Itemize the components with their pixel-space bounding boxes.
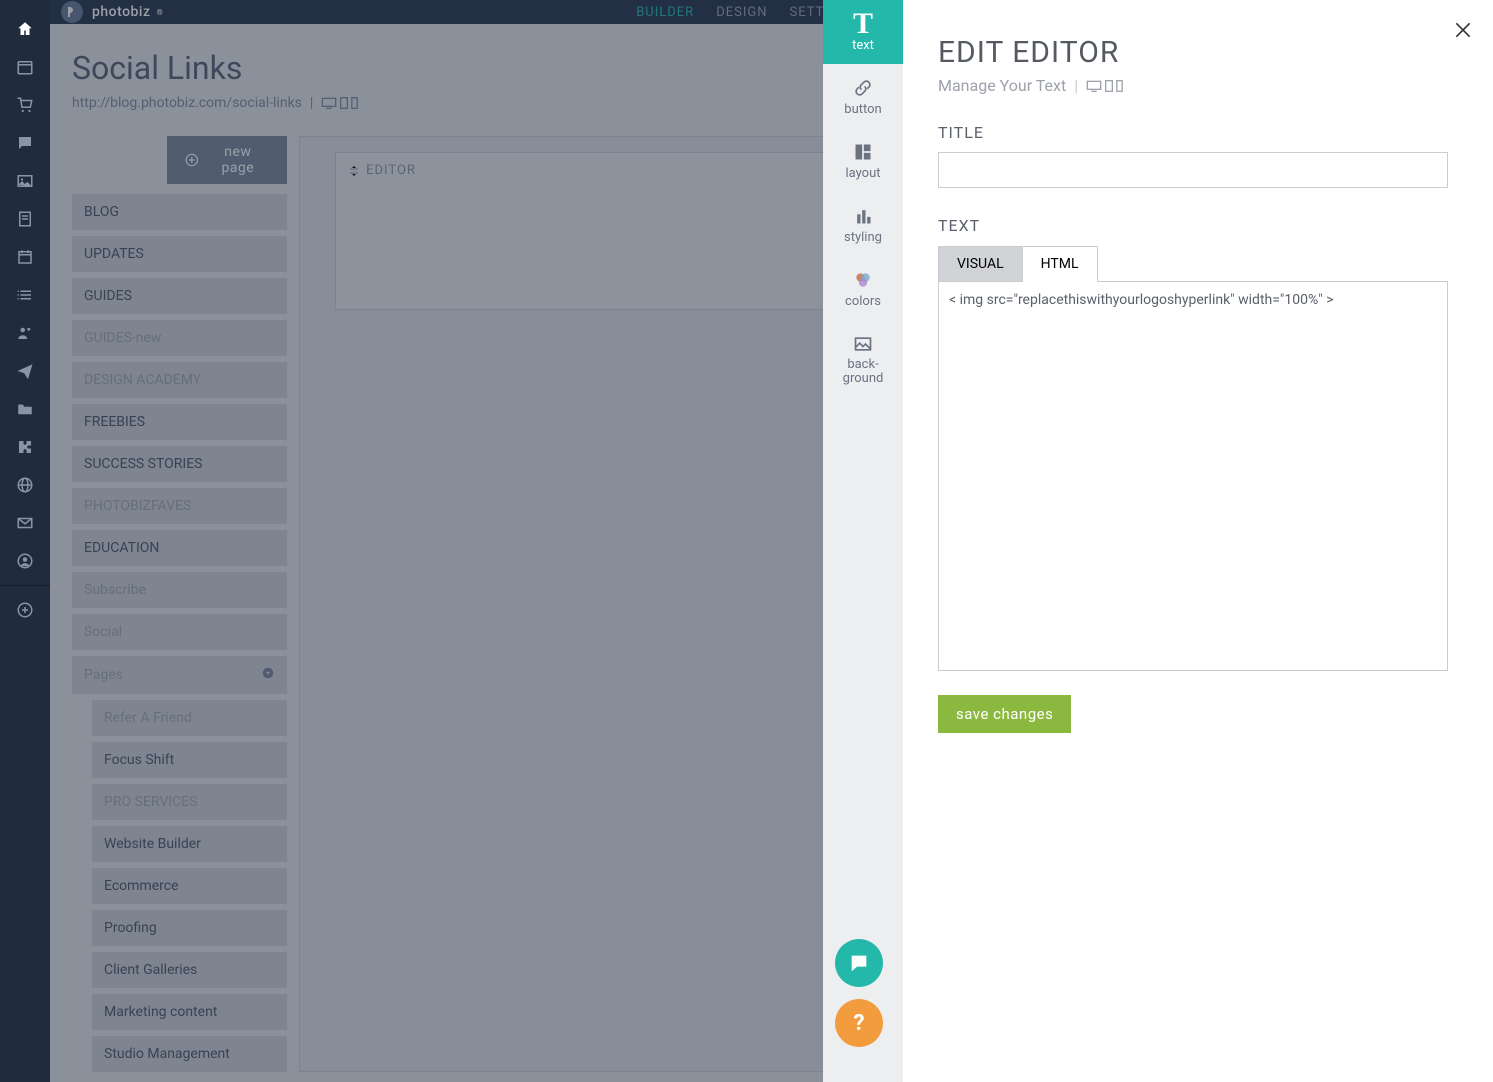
- schedule-icon[interactable]: [0, 238, 50, 276]
- account-icon[interactable]: [0, 542, 50, 580]
- mobile-icon[interactable]: [351, 97, 358, 109]
- text-label: TEXT: [938, 216, 1458, 235]
- page-list-subitem[interactable]: Marketing content: [92, 994, 287, 1030]
- tool-text[interactable]: T text: [823, 0, 903, 64]
- page-list-item[interactable]: GUIDES-new: [72, 320, 287, 356]
- new-page-button[interactable]: new page: [167, 136, 287, 184]
- chevron-down-icon[interactable]: [261, 666, 275, 684]
- chat-icon[interactable]: [0, 124, 50, 162]
- editor-tool-strip: T text button layout styling color: [823, 0, 903, 1082]
- save-changes-button[interactable]: save changes: [938, 695, 1071, 733]
- help-fab[interactable]: ?: [835, 999, 883, 1047]
- tool-styling[interactable]: styling: [823, 192, 903, 256]
- page-list-item[interactable]: FREEBIES: [72, 404, 287, 440]
- page-list-subitem[interactable]: Studio Management: [92, 1036, 287, 1072]
- link-icon: [853, 76, 873, 100]
- question-icon: ?: [854, 1011, 865, 1036]
- form-icon[interactable]: [0, 200, 50, 238]
- panel-subheading: Manage Your Text |: [938, 76, 1458, 95]
- send-icon[interactable]: [0, 352, 50, 390]
- puzzle-icon[interactable]: [0, 428, 50, 466]
- colors-icon: [853, 268, 873, 292]
- page-list-subitem[interactable]: Client Galleries: [92, 952, 287, 988]
- globe-icon[interactable]: [0, 466, 50, 504]
- chat-fab[interactable]: [835, 939, 883, 987]
- page-url: http://blog.photobiz.com/social-links: [72, 95, 302, 111]
- tool-colors[interactable]: colors: [823, 256, 903, 320]
- styling-icon: [853, 204, 873, 228]
- page-list-subitem[interactable]: Focus Shift: [92, 742, 287, 778]
- page-list-item[interactable]: BLOG: [72, 194, 287, 230]
- cart-icon[interactable]: [0, 86, 50, 124]
- page-list-subitem[interactable]: PRO SERVICES: [92, 784, 287, 820]
- tool-background[interactable]: back- ground: [823, 320, 903, 398]
- nav-design[interactable]: DESIGN: [716, 5, 767, 20]
- edit-panel: EDIT EDITOR Manage Your Text | TITLE TEX…: [903, 0, 1493, 1082]
- background-icon: [853, 332, 873, 356]
- home-icon[interactable]: [0, 10, 50, 48]
- nav-builder[interactable]: BUILDER: [636, 5, 694, 20]
- html-textarea[interactable]: [938, 281, 1448, 671]
- drag-handle-icon[interactable]: [348, 165, 360, 177]
- title-label: TITLE: [938, 123, 1458, 142]
- folder-icon[interactable]: [0, 390, 50, 428]
- tab-visual[interactable]: VISUAL: [938, 246, 1023, 282]
- page-list-subitem[interactable]: Ecommerce: [92, 868, 287, 904]
- primary-nav-rail: [0, 0, 50, 1082]
- tablet-icon[interactable]: [1104, 80, 1114, 92]
- users-icon[interactable]: [0, 314, 50, 352]
- calendar-icon[interactable]: [0, 48, 50, 86]
- title-input[interactable]: [938, 152, 1448, 188]
- page-list: BLOG UPDATES GUIDES GUIDES-new DESIGN ACADEM…: [72, 194, 287, 1072]
- plus-circle-icon: [185, 153, 199, 167]
- page-list-item[interactable]: UPDATES: [72, 236, 287, 272]
- photobiz-logo-icon: [60, 0, 84, 24]
- layout-icon: [853, 140, 873, 164]
- desktop-icon[interactable]: [321, 97, 337, 109]
- chat-bubble-icon: [848, 952, 870, 974]
- page-list-item[interactable]: SUCCESS STORIES: [72, 446, 287, 482]
- mobile-icon[interactable]: [1116, 80, 1123, 92]
- brand-name: photobiz: [92, 4, 151, 20]
- page-list-subitem[interactable]: Website Builder: [92, 826, 287, 862]
- tablet-icon[interactable]: [339, 97, 349, 109]
- tool-layout[interactable]: layout: [823, 128, 903, 192]
- tab-html[interactable]: HTML: [1023, 246, 1098, 282]
- image-icon[interactable]: [0, 162, 50, 200]
- device-icons[interactable]: [321, 97, 358, 109]
- page-list-subitem[interactable]: Refer A Friend: [92, 700, 287, 736]
- page-list-item[interactable]: Social: [72, 614, 287, 650]
- desktop-icon[interactable]: [1086, 80, 1102, 92]
- page-list-item[interactable]: GUIDES: [72, 278, 287, 314]
- mail-icon[interactable]: [0, 504, 50, 542]
- text-icon: T: [853, 12, 873, 36]
- close-icon[interactable]: [1448, 15, 1478, 45]
- editor-tabs: VISUAL HTML: [938, 245, 1458, 281]
- page-list-item[interactable]: PHOTOBIZFAVES: [72, 488, 287, 524]
- list-icon[interactable]: [0, 276, 50, 314]
- brand-logo[interactable]: photobiz®: [60, 0, 163, 24]
- page-list-item[interactable]: DESIGN ACADEMY: [72, 362, 287, 398]
- page-list-subitem[interactable]: Proofing: [92, 910, 287, 946]
- page-list-item[interactable]: Pages: [72, 656, 287, 694]
- tool-button[interactable]: button: [823, 64, 903, 128]
- page-list-item[interactable]: Subscribe: [72, 572, 287, 608]
- page-list-item[interactable]: EDUCATION: [72, 530, 287, 566]
- panel-heading: EDIT EDITOR: [938, 35, 1458, 70]
- add-icon[interactable]: [0, 591, 50, 629]
